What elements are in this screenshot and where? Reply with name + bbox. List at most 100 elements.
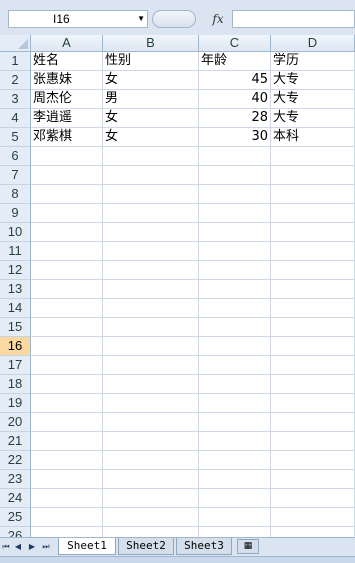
row-header-23[interactable]: 23	[0, 470, 31, 489]
cell-a11[interactable]	[31, 242, 103, 261]
row-header-14[interactable]: 14	[0, 299, 31, 318]
cell-b3[interactable]: 男	[103, 90, 199, 109]
cell-b15[interactable]	[103, 318, 199, 337]
column-header-d[interactable]: D	[271, 35, 355, 52]
cell-a25[interactable]	[31, 508, 103, 527]
cell-d24[interactable]	[271, 489, 355, 508]
cell-d13[interactable]	[271, 280, 355, 299]
cell-b24[interactable]	[103, 489, 199, 508]
cell-a10[interactable]	[31, 223, 103, 242]
row-header-6[interactable]: 6	[0, 147, 31, 166]
cell-b4[interactable]: 女	[103, 109, 199, 128]
row-header-20[interactable]: 20	[0, 413, 31, 432]
cell-b6[interactable]	[103, 147, 199, 166]
sheet-tab-sheet3[interactable]: Sheet3	[176, 538, 232, 555]
prev-sheet-icon[interactable]: ◀	[13, 541, 23, 553]
cell-b2[interactable]: 女	[103, 71, 199, 90]
cell-b23[interactable]	[103, 470, 199, 489]
cell-d23[interactable]	[271, 470, 355, 489]
row-header-13[interactable]: 13	[0, 280, 31, 299]
cell-b16[interactable]	[103, 337, 199, 356]
cell-d7[interactable]	[271, 166, 355, 185]
cell-d25[interactable]	[271, 508, 355, 527]
cell-d14[interactable]	[271, 299, 355, 318]
cell-a6[interactable]	[31, 147, 103, 166]
cell-a12[interactable]	[31, 261, 103, 280]
cell-d16[interactable]	[271, 337, 355, 356]
cell-c15[interactable]	[199, 318, 271, 337]
sheet-tab-sheet1[interactable]: Sheet1	[58, 538, 116, 555]
row-header-22[interactable]: 22	[0, 451, 31, 470]
cell-d8[interactable]	[271, 185, 355, 204]
cell-a13[interactable]	[31, 280, 103, 299]
cell-c4[interactable]: 28	[199, 109, 271, 128]
formula-input[interactable]	[232, 10, 355, 28]
cell-b11[interactable]	[103, 242, 199, 261]
cell-b13[interactable]	[103, 280, 199, 299]
cell-a1[interactable]: 姓名	[31, 52, 103, 71]
row-header-25[interactable]: 25	[0, 508, 31, 527]
column-header-b[interactable]: B	[103, 35, 199, 52]
row-header-10[interactable]: 10	[0, 223, 31, 242]
next-sheet-icon[interactable]: ▶	[27, 541, 37, 553]
column-header-a[interactable]: A	[31, 35, 103, 52]
cell-c5[interactable]: 30	[199, 128, 271, 147]
name-box[interactable]: I16 ▼	[8, 10, 148, 28]
cell-c20[interactable]	[199, 413, 271, 432]
row-header-16[interactable]: 16	[0, 337, 31, 356]
row-header-3[interactable]: 3	[0, 90, 31, 109]
cell-a14[interactable]	[31, 299, 103, 318]
cell-c1[interactable]: 年龄	[199, 52, 271, 71]
row-header-7[interactable]: 7	[0, 166, 31, 185]
cell-d12[interactable]	[271, 261, 355, 280]
insert-function-button[interactable]: fx	[206, 10, 230, 28]
cell-a4[interactable]: 李逍遥	[31, 109, 103, 128]
cell-d6[interactable]	[271, 147, 355, 166]
cell-a5[interactable]: 邓紫棋	[31, 128, 103, 147]
cell-c10[interactable]	[199, 223, 271, 242]
cell-d17[interactable]	[271, 356, 355, 375]
cell-d9[interactable]	[271, 204, 355, 223]
cell-a22[interactable]	[31, 451, 103, 470]
row-header-9[interactable]: 9	[0, 204, 31, 223]
last-sheet-icon[interactable]: ⏭	[41, 541, 51, 553]
cell-c16[interactable]	[199, 337, 271, 356]
cell-b19[interactable]	[103, 394, 199, 413]
cell-a7[interactable]	[31, 166, 103, 185]
row-header-8[interactable]: 8	[0, 185, 31, 204]
cell-d4[interactable]: 大专	[271, 109, 355, 128]
cell-d2[interactable]: 大专	[271, 71, 355, 90]
formula-bar-buttons[interactable]	[152, 10, 196, 28]
cell-b10[interactable]	[103, 223, 199, 242]
cell-a3[interactable]: 周杰伦	[31, 90, 103, 109]
cell-c7[interactable]	[199, 166, 271, 185]
first-sheet-icon[interactable]: ⏮	[1, 541, 11, 553]
cell-b17[interactable]	[103, 356, 199, 375]
cell-d3[interactable]: 大专	[271, 90, 355, 109]
cell-b22[interactable]	[103, 451, 199, 470]
cell-d21[interactable]	[271, 432, 355, 451]
cell-a23[interactable]	[31, 470, 103, 489]
cell-c8[interactable]	[199, 185, 271, 204]
row-header-5[interactable]: 5	[0, 128, 31, 147]
cell-d19[interactable]	[271, 394, 355, 413]
cell-d1[interactable]: 学历	[271, 52, 355, 71]
cell-b12[interactable]	[103, 261, 199, 280]
cell-d10[interactable]	[271, 223, 355, 242]
cell-b5[interactable]: 女	[103, 128, 199, 147]
cell-c11[interactable]	[199, 242, 271, 261]
cell-c18[interactable]	[199, 375, 271, 394]
insert-sheet-button[interactable]: ▦	[237, 539, 259, 554]
row-header-2[interactable]: 2	[0, 71, 31, 90]
cell-c13[interactable]	[199, 280, 271, 299]
cell-c22[interactable]	[199, 451, 271, 470]
cell-c6[interactable]	[199, 147, 271, 166]
cell-c17[interactable]	[199, 356, 271, 375]
cell-c9[interactable]	[199, 204, 271, 223]
chevron-down-icon[interactable]: ▼	[137, 11, 145, 27]
cell-c14[interactable]	[199, 299, 271, 318]
row-header-19[interactable]: 19	[0, 394, 31, 413]
cell-a2[interactable]: 张惠妹	[31, 71, 103, 90]
cell-a8[interactable]	[31, 185, 103, 204]
cell-c3[interactable]: 40	[199, 90, 271, 109]
